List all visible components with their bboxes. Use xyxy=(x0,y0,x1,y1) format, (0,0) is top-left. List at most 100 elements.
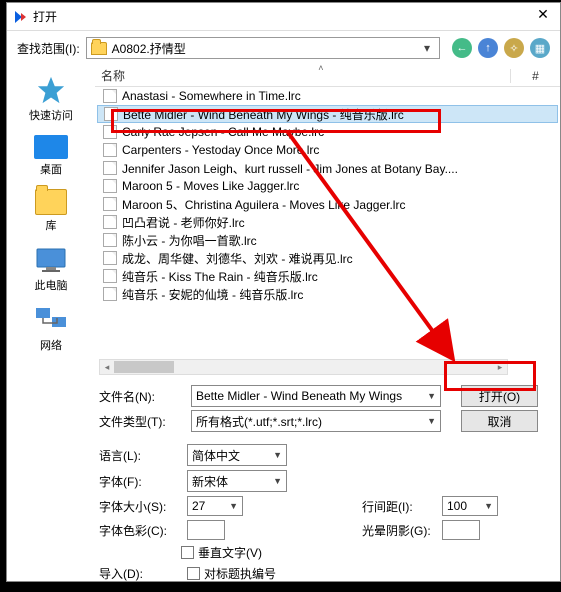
view-icon[interactable]: ▦ xyxy=(530,38,550,58)
glow-swatch[interactable] xyxy=(442,520,480,540)
chevron-down-icon[interactable]: ▼ xyxy=(270,450,282,460)
cancel-button[interactable]: 取消 xyxy=(461,410,538,432)
scroll-thumb[interactable] xyxy=(114,361,174,373)
lookin-value: A0802.抒情型 xyxy=(112,40,419,57)
glow-label: 光晕阴影(G): xyxy=(362,522,434,539)
file-icon xyxy=(103,233,117,247)
fontsize-label: 字体大小(S): xyxy=(99,498,177,515)
lookin-bar: 查找范围(I): A0802.抒情型 ▾ ← ↑ ✧ ▦ xyxy=(7,31,560,65)
file-name: Anastasi - Somewhere in Time.lrc xyxy=(122,89,301,103)
chevron-down-icon[interactable]: ▼ xyxy=(270,476,282,486)
new-folder-icon[interactable]: ✧ xyxy=(504,38,524,58)
file-row[interactable]: Bette Midler - Wind Beneath My Wings - 纯… xyxy=(97,105,558,123)
import-label: 导入(D): xyxy=(99,565,177,582)
horizontal-scrollbar[interactable]: ◂ ▸ xyxy=(99,359,508,375)
vertical-text-checkbox[interactable]: 垂直文字(V) xyxy=(181,544,262,561)
chevron-down-icon[interactable]: ▾ xyxy=(419,41,435,55)
fontsize-combo[interactable]: 27 ▼ xyxy=(187,496,243,516)
file-icon xyxy=(103,161,117,175)
font-label: 字体(F): xyxy=(99,473,177,490)
linespace-label: 行间距(I): xyxy=(362,498,434,515)
file-list: ˄ 名称 # Anastasi - Somewhere in Time.lrc B… xyxy=(95,65,560,375)
scroll-left-icon[interactable]: ◂ xyxy=(100,360,114,374)
checkbox-icon xyxy=(181,546,194,559)
file-icon xyxy=(103,251,117,265)
up-icon[interactable]: ↑ xyxy=(478,38,498,58)
file-name: Jennifer Jason Leigh、kurt russell - Jim … xyxy=(122,160,458,177)
nav-icons: ← ↑ ✧ ▦ xyxy=(452,38,550,58)
file-icon xyxy=(103,89,117,103)
scroll-right-icon[interactable]: ▸ xyxy=(493,360,507,374)
file-row[interactable]: Maroon 5 - Moves Like Jagger.lrc xyxy=(97,177,558,195)
chevron-down-icon[interactable]: ▼ xyxy=(424,391,436,401)
file-name: 纯音乐 - 安妮的仙境 - 纯音乐版.lrc xyxy=(122,286,303,303)
filename-combo[interactable]: Bette Midler - Wind Beneath My Wings ▼ xyxy=(191,385,441,407)
file-row[interactable]: 纯音乐 - Kiss The Rain - 纯音乐版.lrc xyxy=(97,267,558,285)
place-quick-access[interactable]: 快速访问 xyxy=(11,69,91,129)
file-name: Carpenters - Yestoday Once More.lrc xyxy=(122,143,319,157)
language-combo[interactable]: 简体中文 ▼ xyxy=(187,444,287,466)
filetype-combo[interactable]: 所有格式(*.utf;*.srt;*.lrc) ▼ xyxy=(191,410,441,432)
filetype-label: 文件类型(T): xyxy=(99,413,181,430)
quick-access-icon xyxy=(34,75,68,105)
file-icon xyxy=(104,107,118,121)
file-row[interactable]: 陈小云 - 为你唱一首歌.lrc xyxy=(97,231,558,249)
file-icon xyxy=(103,287,117,301)
file-icon xyxy=(103,143,117,157)
file-name: 凹凸君说 - 老师你好.lrc xyxy=(122,214,245,231)
filename-label: 文件名(N): xyxy=(99,388,181,405)
libraries-icon xyxy=(35,189,67,215)
column-hash[interactable]: # xyxy=(510,69,560,83)
sort-indicator-icon: ˄ xyxy=(318,65,323,73)
file-row[interactable]: Maroon 5、Christina Aguilera - Moves Like… xyxy=(97,195,558,213)
file-row[interactable]: 凹凸君说 - 老师你好.lrc xyxy=(97,213,558,231)
lookin-label: 查找范围(I): xyxy=(17,40,80,57)
column-name[interactable]: 名称 xyxy=(101,67,510,84)
places-bar: 快速访问 桌面 库 此电脑 网络 xyxy=(7,65,95,375)
file-icon xyxy=(103,269,117,283)
file-icon xyxy=(103,215,117,229)
open-dialog: 打开 ✕ 查找范围(I): A0802.抒情型 ▾ ← ↑ ✧ ▦ 快速访问 xyxy=(6,2,561,582)
lookin-combo[interactable]: A0802.抒情型 ▾ xyxy=(86,37,440,59)
chevron-down-icon[interactable]: ▼ xyxy=(481,501,493,511)
back-icon[interactable]: ← xyxy=(452,38,472,58)
font-combo[interactable]: 新宋体 ▼ xyxy=(187,470,287,492)
list-header: 名称 # xyxy=(95,65,560,87)
file-name: Maroon 5、Christina Aguilera - Moves Like… xyxy=(122,196,405,213)
checkbox-icon xyxy=(187,567,200,580)
file-icon xyxy=(103,179,117,193)
import-title-checkbox[interactable]: 对标题执编号 xyxy=(187,565,276,582)
file-name: 陈小云 - 为你唱一首歌.lrc xyxy=(122,232,257,249)
fontcolor-swatch[interactable] xyxy=(187,520,225,540)
file-row[interactable]: Jennifer Jason Leigh、kurt russell - Jim … xyxy=(97,159,558,177)
desktop-icon xyxy=(34,135,68,159)
open-button[interactable]: 打开(O) xyxy=(461,385,538,407)
place-desktop[interactable]: 桌面 xyxy=(11,129,91,183)
file-row[interactable]: Carpenters - Yestoday Once More.lrc xyxy=(97,141,558,159)
folder-icon xyxy=(91,42,107,55)
file-name: Bette Midler - Wind Beneath My Wings - 纯… xyxy=(123,106,404,123)
file-row[interactable]: 纯音乐 - 安妮的仙境 - 纯音乐版.lrc xyxy=(97,285,558,303)
fontcolor-label: 字体色彩(C): xyxy=(99,522,177,539)
form-area: 文件名(N): Bette Midler - Wind Beneath My W… xyxy=(7,375,560,592)
window-title: 打开 xyxy=(33,8,528,25)
app-icon xyxy=(13,10,27,24)
chevron-down-icon[interactable]: ▼ xyxy=(226,501,238,511)
file-name: Carly Rae Jepsen - Call Me Maybe.lrc xyxy=(122,125,324,139)
file-row[interactable]: 成龙、周华健、刘德华、刘欢 - 难说再见.lrc xyxy=(97,249,558,267)
file-row[interactable]: Carly Rae Jepsen - Call Me Maybe.lrc xyxy=(97,123,558,141)
file-icon xyxy=(103,197,117,211)
place-libraries[interactable]: 库 xyxy=(11,183,91,239)
pc-icon xyxy=(34,245,68,275)
linespace-combo[interactable]: 100 ▼ xyxy=(442,496,498,516)
file-name: Maroon 5 - Moves Like Jagger.lrc xyxy=(122,179,299,193)
language-label: 语言(L): xyxy=(99,447,177,464)
titlebar: 打开 ✕ xyxy=(7,3,560,31)
close-button[interactable]: ✕ xyxy=(528,3,558,27)
chevron-down-icon[interactable]: ▼ xyxy=(424,416,436,426)
network-icon xyxy=(34,305,68,335)
file-row[interactable]: Anastasi - Somewhere in Time.lrc xyxy=(97,87,558,105)
place-network[interactable]: 网络 xyxy=(11,299,91,359)
file-name: 纯音乐 - Kiss The Rain - 纯音乐版.lrc xyxy=(122,268,318,285)
place-this-pc[interactable]: 此电脑 xyxy=(11,239,91,299)
